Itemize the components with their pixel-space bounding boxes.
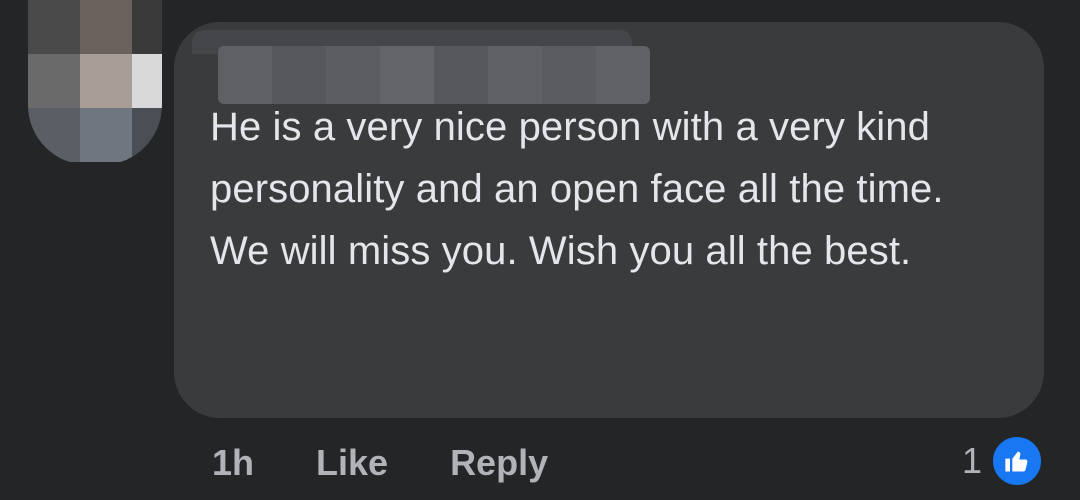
comment-paragraph: We will miss you. Wish you all the best.: [210, 229, 912, 273]
reaction-summary[interactable]: 1: [962, 434, 1044, 488]
reaction-count: 1: [961, 440, 982, 481]
comment-actions: 1h Like Reply: [212, 436, 548, 490]
reply-button[interactable]: Reply: [450, 442, 548, 484]
timestamp[interactable]: 1h: [212, 442, 254, 484]
comment-view: He is a very nice person with a very kin…: [0, 0, 1080, 500]
like-button[interactable]: Like: [316, 442, 388, 484]
avatar[interactable]: [28, 0, 162, 165]
comment-text: He is a very nice person with a very kin…: [210, 96, 1030, 282]
thumbs-up-icon: [990, 434, 1044, 488]
comment-paragraph: He is a very nice person with a very kin…: [210, 105, 944, 211]
